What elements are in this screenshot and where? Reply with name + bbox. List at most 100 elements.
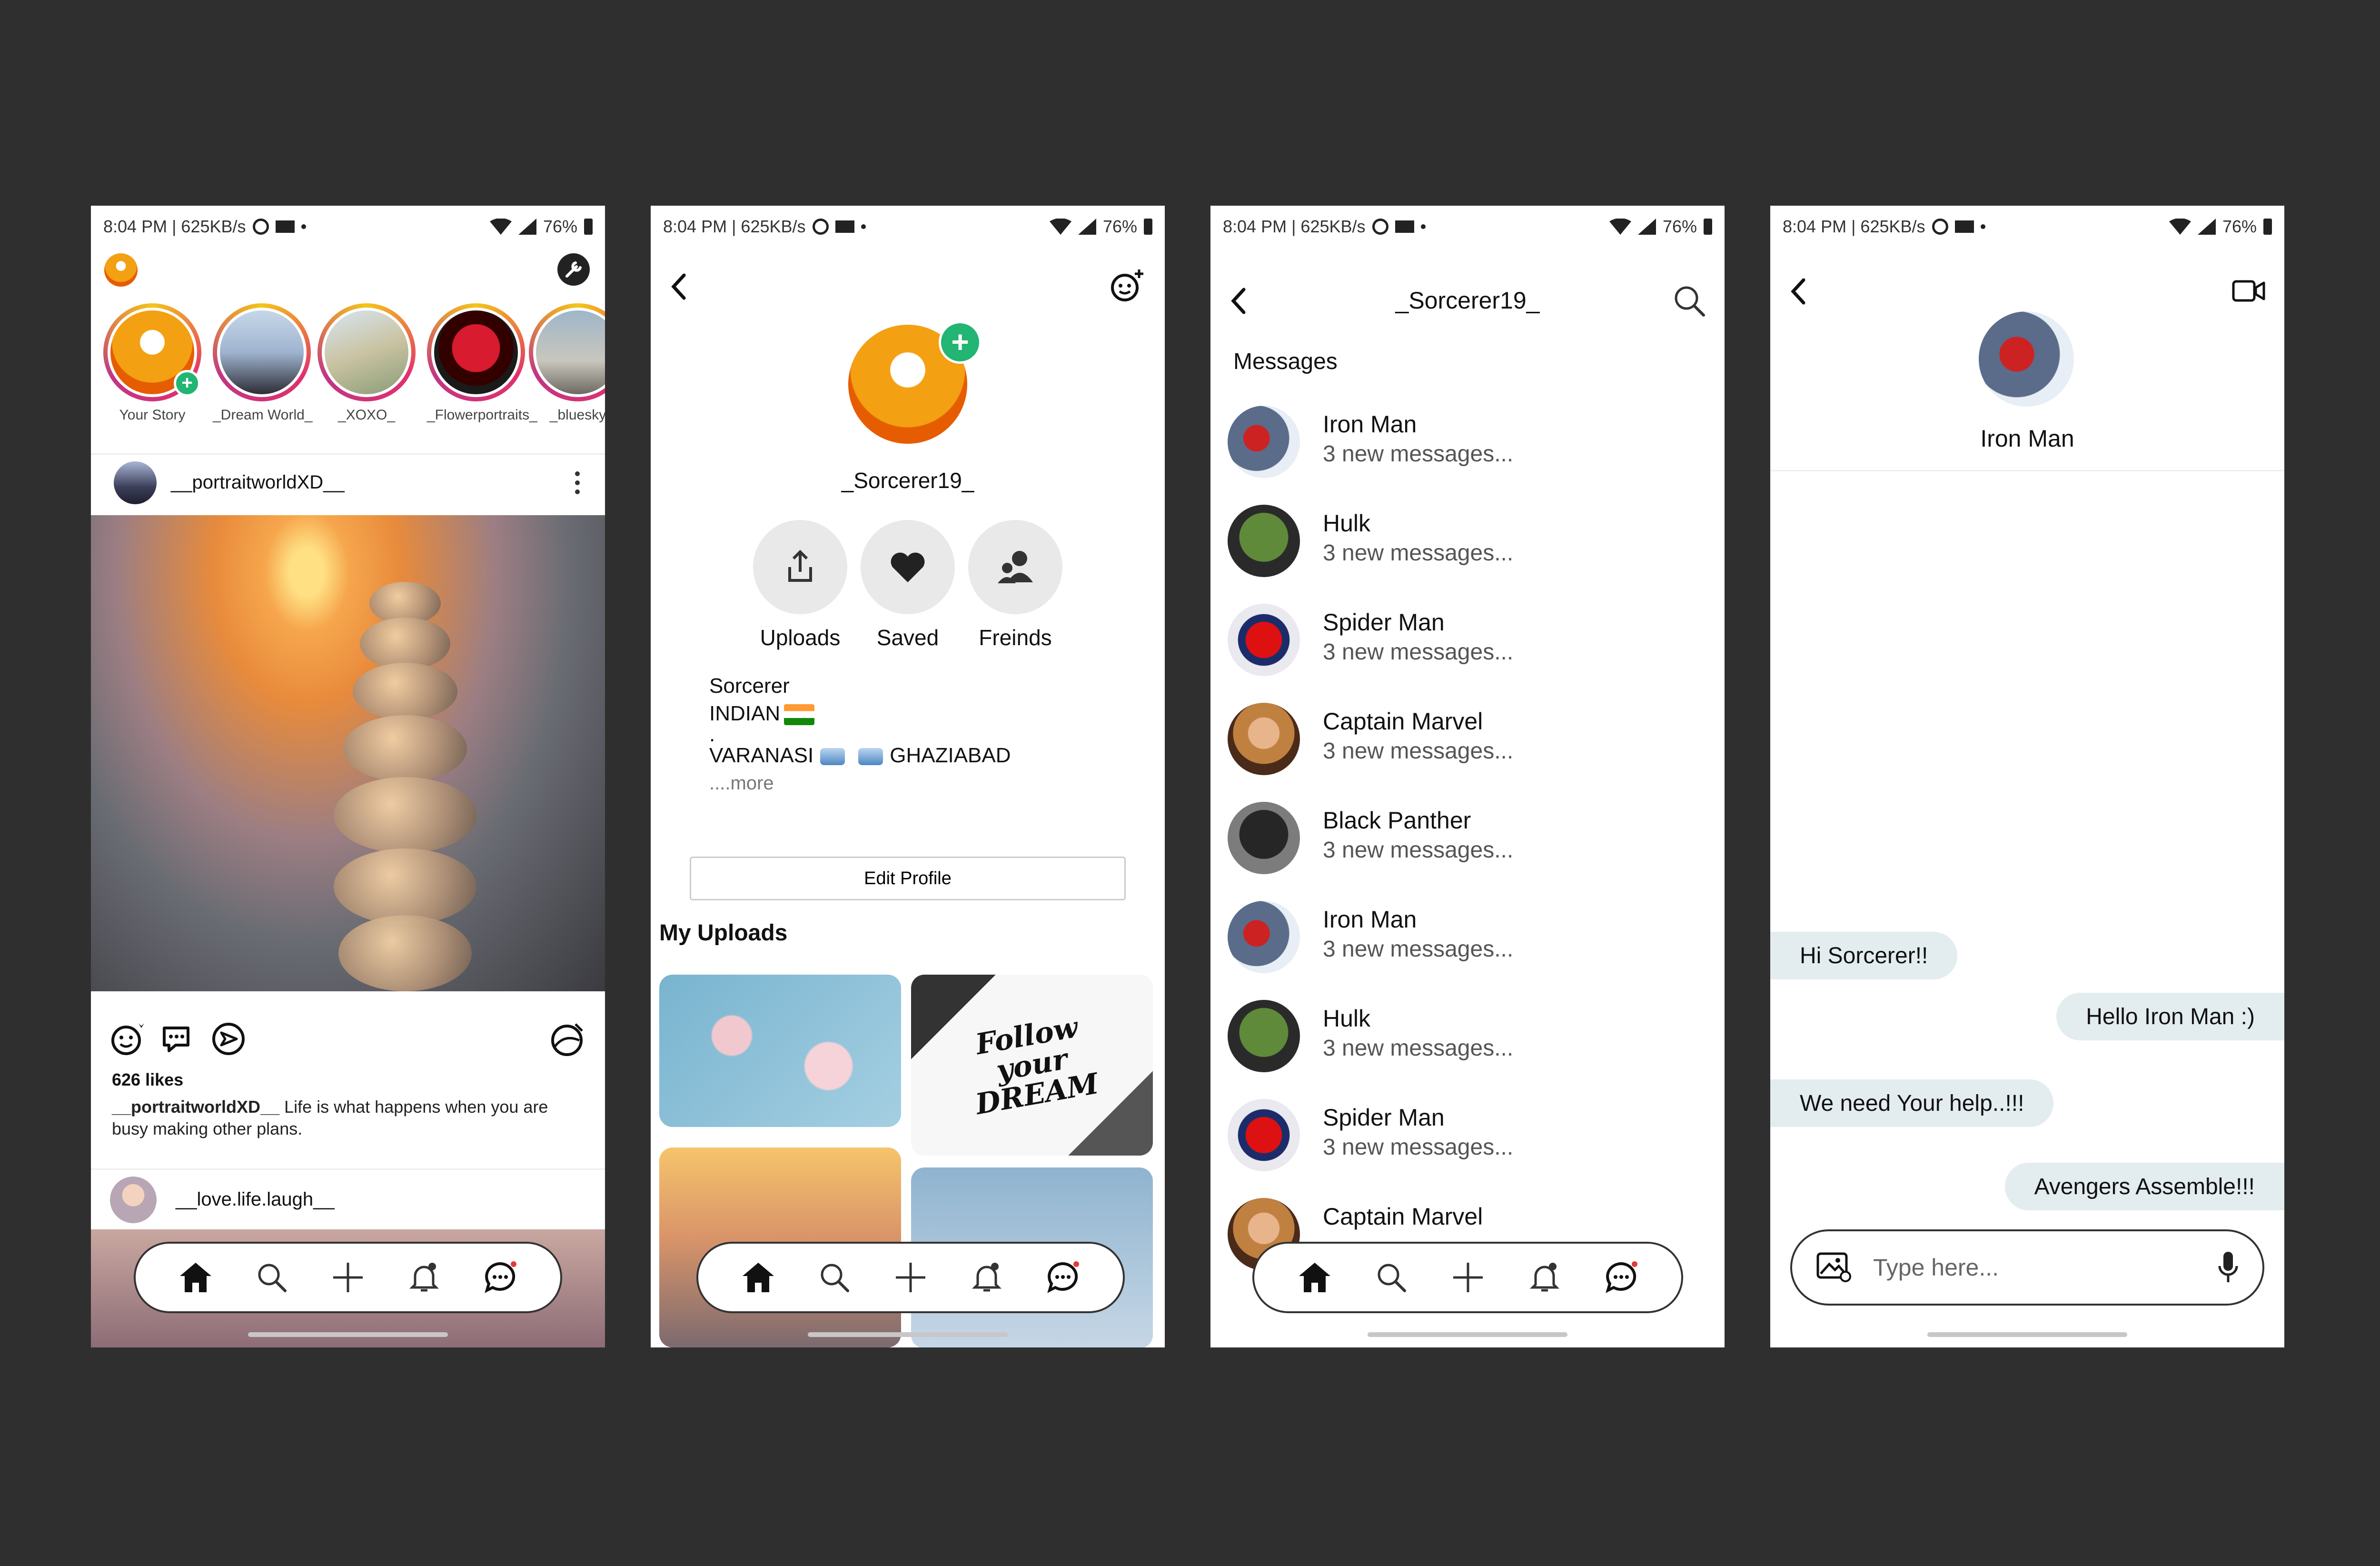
- likes-count[interactable]: 626 likes: [112, 1070, 183, 1090]
- contact-avatar[interactable]: [1979, 311, 2074, 407]
- message-bubble-sent[interactable]: Hello Iron Man :): [2056, 993, 2284, 1040]
- signal-icon: [2197, 219, 2216, 235]
- next-post-username[interactable]: __love.life.laugh__: [176, 1189, 335, 1210]
- battery-icon: [2263, 219, 2272, 235]
- wifi-icon: [2169, 219, 2191, 235]
- conversation-item[interactable]: Spider Man 3 new messages...: [1228, 1099, 1710, 1198]
- conversation-item[interactable]: Black Panther 3 new messages...: [1228, 802, 1710, 901]
- profile-avatar[interactable]: [104, 253, 138, 287]
- train-icon: [858, 748, 883, 766]
- back-icon[interactable]: [1789, 277, 1808, 306]
- chat-icon[interactable]: [1044, 1258, 1082, 1297]
- gesture-bar: [1927, 1332, 2127, 1337]
- conversation-name: Captain Marvel: [1323, 1203, 1483, 1230]
- bio-more-link[interactable]: ....more: [709, 769, 1011, 797]
- wifi-icon: [489, 219, 512, 235]
- home-icon[interactable]: [1296, 1258, 1334, 1297]
- video-icon[interactable]: [2232, 280, 2265, 302]
- settings-icon[interactable]: [556, 252, 591, 287]
- battery-level: 76%: [1102, 217, 1137, 236]
- message-bubble-sent[interactable]: Avengers Assemble!!!: [2004, 1163, 2284, 1210]
- conversation-item[interactable]: Hulk 3 new messages...: [1228, 1000, 1710, 1099]
- add-friend-icon[interactable]: [1110, 268, 1146, 304]
- add-icon[interactable]: [892, 1258, 930, 1297]
- notification-icon: [835, 220, 854, 233]
- profile-avatar[interactable]: +: [848, 321, 982, 444]
- conversation-item[interactable]: Iron Man 3 new messages...: [1228, 406, 1710, 505]
- add-icon[interactable]: [1449, 1258, 1487, 1297]
- gesture-bar: [248, 1332, 448, 1337]
- post-username[interactable]: __portraitworldXD__: [171, 472, 345, 493]
- story-label: _XOXO_: [337, 407, 396, 423]
- status-dot: [861, 224, 866, 229]
- like-icon[interactable]: [110, 1021, 145, 1057]
- conversation-item[interactable]: Captain Marvel 3 new messages...: [1228, 703, 1710, 802]
- search-icon[interactable]: [815, 1258, 853, 1297]
- conversation-avatar: [1228, 802, 1300, 874]
- story-label: _Dream World_: [213, 407, 313, 423]
- upload-thumb-dream[interactable]: Follow your DREAM: [911, 975, 1153, 1156]
- conversation-item[interactable]: Spider Man 3 new messages...: [1228, 604, 1710, 703]
- home-icon[interactable]: [739, 1258, 777, 1297]
- edit-profile-button[interactable]: Edit Profile: [690, 857, 1126, 900]
- story-item[interactable]: _XOXO_: [317, 303, 416, 423]
- message-input[interactable]: Type here...: [1873, 1254, 1999, 1281]
- bell-icon[interactable]: [405, 1258, 443, 1297]
- conversation-item[interactable]: Hulk 3 new messages...: [1228, 505, 1710, 604]
- conversation-name: Black Panther: [1323, 807, 1471, 834]
- mic-icon[interactable]: [2218, 1251, 2239, 1284]
- chat-icon[interactable]: [1602, 1258, 1640, 1297]
- gesture-bar: [1368, 1332, 1567, 1337]
- profile-bio: Sorcerer INDIAN . VARANASI GHAZIABAD ....…: [709, 672, 1011, 797]
- contact-name[interactable]: Iron Man: [1770, 425, 2284, 452]
- bio-city1: VARANASI: [709, 744, 814, 767]
- search-icon[interactable]: [1372, 1258, 1410, 1297]
- message-bubble-received[interactable]: We need Your help..!!!: [1770, 1079, 2054, 1127]
- status-time: 8:04 PM | 625KB/s: [103, 217, 246, 236]
- conversation-preview: 3 new messages...: [1323, 838, 1514, 863]
- alarm-icon: [252, 219, 269, 235]
- back-icon[interactable]: [1230, 287, 1249, 315]
- uploads-button[interactable]: Uploads: [753, 520, 847, 650]
- story-item[interactable]: _Dream World_: [213, 303, 313, 423]
- bell-icon[interactable]: [1526, 1258, 1564, 1297]
- back-icon[interactable]: [670, 272, 689, 301]
- more-options-icon[interactable]: [573, 471, 582, 495]
- image-icon[interactable]: [1816, 1252, 1852, 1283]
- add-story-icon[interactable]: +: [939, 321, 982, 364]
- add-story-icon[interactable]: +: [174, 370, 200, 397]
- notification-icon: [1395, 220, 1414, 233]
- message-composer[interactable]: Type here...: [1790, 1229, 2264, 1306]
- story-item[interactable]: Your Story +: [103, 303, 201, 423]
- friends-button[interactable]: Freinds: [968, 520, 1062, 650]
- search-icon[interactable]: [253, 1258, 291, 1297]
- next-post-avatar[interactable]: [110, 1176, 157, 1223]
- home-icon[interactable]: [177, 1258, 215, 1297]
- message-bubble-received[interactable]: Hi Sorcerer!!: [1770, 932, 1958, 979]
- post-image[interactable]: [91, 515, 605, 991]
- story-label: _Flowerportraits_: [427, 407, 537, 423]
- saved-button[interactable]: Saved: [861, 520, 955, 650]
- story-item[interactable]: _bluesky: [529, 303, 605, 423]
- messages-screen: 8:04 PM | 625KB/s 76% _Sorcerer19_ Messa…: [1210, 206, 1725, 1347]
- alarm-icon: [812, 219, 829, 235]
- comment-icon[interactable]: [160, 1021, 196, 1057]
- conversation-avatar: [1228, 1099, 1300, 1171]
- post-avatar[interactable]: [114, 461, 157, 504]
- share-icon[interactable]: [211, 1021, 246, 1057]
- story-item[interactable]: _Flowerportraits_: [427, 303, 537, 423]
- status-time: 8:04 PM | 625KB/s: [663, 217, 806, 236]
- save-post-icon[interactable]: [548, 1021, 586, 1057]
- bell-icon[interactable]: [968, 1258, 1006, 1297]
- story-avatar: [217, 308, 307, 397]
- conversation-item[interactable]: Iron Man 3 new messages...: [1228, 901, 1710, 1000]
- upload-thumb-blossom[interactable]: [659, 975, 901, 1127]
- messages-topbar: [1230, 282, 1706, 320]
- notification-icon: [275, 220, 295, 233]
- caption-username[interactable]: __portraitworldXD__: [112, 1097, 279, 1117]
- add-icon[interactable]: [329, 1258, 367, 1297]
- gesture-bar: [808, 1332, 1008, 1337]
- chat-icon[interactable]: [481, 1258, 519, 1297]
- battery-icon: [1144, 219, 1152, 235]
- search-icon[interactable]: [1673, 285, 1706, 317]
